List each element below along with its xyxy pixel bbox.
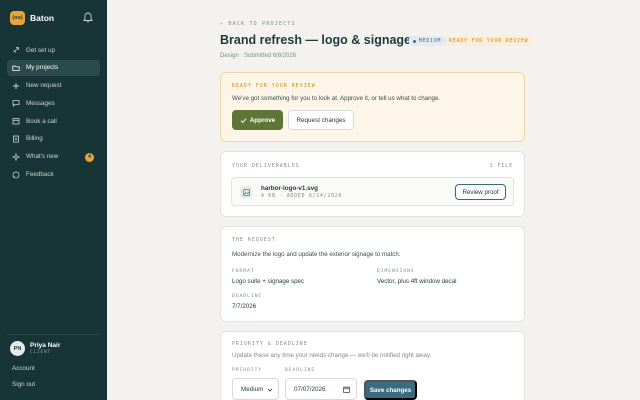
avatar: PN — [10, 341, 25, 356]
request-text: Modernize the logo and update the exteri… — [232, 251, 401, 258]
file-meta: 4 KB · ADDED 6/14/2026 — [261, 194, 343, 199]
sidebar-item-label: What's new — [26, 153, 59, 161]
user-name: Priya Nair — [30, 342, 61, 349]
sidebar-item-book-a-call[interactable]: Book a call — [7, 113, 100, 129]
request-label: THE REQUEST — [232, 238, 276, 243]
message-icon — [12, 99, 20, 108]
image-file-icon — [240, 186, 252, 198]
check-icon — [240, 117, 247, 123]
sidebar-item-whats-new[interactable]: What's new 4 — [7, 149, 100, 165]
approve-button-label: Approve — [249, 116, 276, 124]
chevron-down-icon — [267, 388, 273, 392]
back-to-projects-link[interactable]: ← BACK TO PROJECTS — [220, 21, 296, 27]
bell-icon[interactable] — [83, 12, 93, 23]
priority-dot-icon — [413, 39, 416, 43]
file-count: 1 FILE — [489, 164, 513, 169]
deadline-value: 7/7/2026 — [232, 303, 257, 310]
brand-name: Baton — [30, 13, 55, 23]
account-link[interactable]: Account — [12, 365, 35, 372]
sidebar-item-messages[interactable]: Messages — [7, 95, 100, 111]
sidebar-item-label: New request — [26, 82, 62, 90]
brand[interactable]: (oo) Baton — [10, 11, 54, 25]
sidebar-item-label: Get set up — [26, 46, 56, 54]
user-profile[interactable]: PN Priya Nair CLIENT — [10, 341, 60, 356]
format-value: Logo suite + signage spec — [232, 278, 305, 285]
sidebar-item-new-request[interactable]: New request — [7, 78, 100, 94]
calendar-icon — [12, 117, 20, 125]
status-badge: READY FOR YOUR REVIEW — [445, 36, 533, 46]
review-card: READY FOR YOUR REVIEW We've got somethin… — [220, 72, 525, 142]
sidebar-item-label: My projects — [26, 64, 59, 72]
feedback-icon — [12, 171, 20, 179]
priority-section-label: PRIORITY & DEADLINE — [232, 342, 308, 347]
sidebar-nav: Get set up My projects New request Messa… — [7, 42, 100, 184]
sidebar-item-feedback[interactable]: Feedback — [7, 167, 100, 183]
review-label: READY FOR YOUR REVIEW — [232, 84, 316, 89]
approve-button[interactable]: Approve — [232, 110, 283, 130]
format-label: FORMAT — [232, 269, 255, 274]
sidebar-item-my-projects[interactable]: My projects — [7, 59, 100, 76]
billing-icon — [12, 135, 20, 143]
sidebar-item-label: Feedback — [26, 171, 54, 179]
review-proof-button[interactable]: Review proof — [455, 184, 506, 200]
main-content: ← BACK TO PROJECTS Brand refresh — logo … — [107, 0, 640, 400]
folder-icon — [12, 64, 20, 72]
dimensions-value: Vector, plus 4ft window decal — [377, 278, 457, 285]
deadline-field-label: DEADLINE — [285, 368, 316, 373]
sidebar-item-billing[interactable]: Billing — [7, 131, 100, 147]
sidebar-item-label: Book a call — [26, 117, 57, 125]
page-subtitle: Design · Submitted 6/8/2026 — [220, 53, 297, 59]
whats-new-badge: 4 — [85, 152, 94, 162]
priority-badge-label: MEDIUM — [419, 38, 442, 44]
review-text: We've got something for you to look at. … — [232, 95, 441, 102]
calendar-icon[interactable] — [343, 386, 350, 393]
sidebar-divider — [7, 334, 100, 335]
sidebar-item-get-set-up[interactable]: Get set up — [7, 42, 100, 58]
deliverables-label: YOUR DELIVERABLES — [232, 164, 300, 169]
plus-icon — [12, 82, 20, 90]
request-card: THE REQUEST Modernize the logo and updat… — [220, 226, 525, 322]
priority-select-value: Medium — [241, 385, 264, 393]
priority-badge: MEDIUM — [409, 36, 446, 46]
deadline-date-input[interactable]: 07/07/2026 — [285, 378, 357, 400]
sign-out-link[interactable]: Sign out — [12, 381, 35, 388]
dimensions-label: DIMENSIONS — [377, 269, 415, 274]
deadline-date-value: 07/07/2026 — [294, 385, 326, 393]
brand-logo: (oo) — [10, 11, 25, 25]
sparkle-icon — [12, 152, 20, 161]
rocket-icon — [12, 46, 20, 54]
deadline-label: DEADLINE — [232, 294, 263, 299]
sidebar-item-label: Messages — [26, 99, 55, 107]
file-row: harbor-logo-v1.svg 4 KB · ADDED 6/14/202… — [231, 177, 514, 206]
file-name: harbor-logo-v1.svg — [261, 185, 319, 192]
user-role: CLIENT — [30, 350, 52, 355]
sidebar-item-label: Billing — [26, 135, 43, 143]
priority-select[interactable]: Medium — [232, 378, 279, 400]
priority-field-label: PRIORITY — [232, 368, 263, 373]
priority-text: Update these any time your needs change … — [232, 352, 432, 359]
deliverables-card: YOUR DELIVERABLES 1 FILE harbor-logo-v1.… — [220, 151, 525, 217]
user-meta: Priya Nair CLIENT — [30, 342, 60, 355]
page-title: Brand refresh — logo & signage — [220, 33, 412, 47]
save-changes-button[interactable]: Save changes — [364, 380, 417, 400]
request-changes-button[interactable]: Request changes — [288, 110, 354, 130]
sidebar: (oo) Baton Get set up My projects New re… — [0, 0, 107, 400]
priority-card: PRIORITY & DEADLINE Update these any tim… — [220, 331, 525, 400]
